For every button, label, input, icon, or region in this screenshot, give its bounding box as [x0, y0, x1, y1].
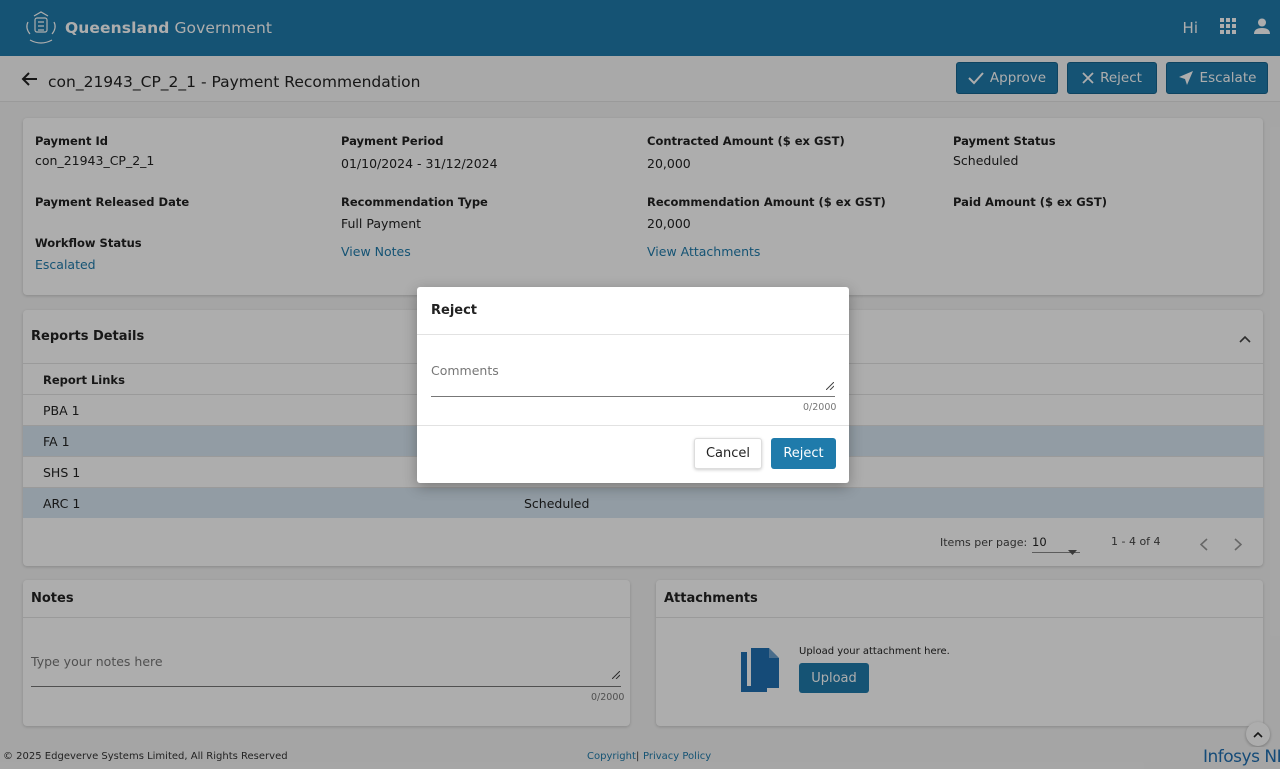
- reject-dialog: Reject Comments 0/2000 Cancel Reject: [417, 287, 849, 483]
- comments-counter: 0/2000: [803, 402, 837, 413]
- comments-textarea[interactable]: Comments: [431, 355, 835, 397]
- resize-handle-icon[interactable]: [825, 378, 835, 393]
- cancel-label: Cancel: [705, 446, 751, 461]
- cancel-button[interactable]: Cancel: [694, 438, 762, 469]
- confirm-reject-label: Reject: [783, 446, 824, 461]
- comments-placeholder: Comments: [431, 363, 499, 378]
- dialog-title: Reject: [431, 303, 478, 318]
- divider: [417, 334, 849, 335]
- divider: [417, 425, 849, 426]
- confirm-reject-button[interactable]: Reject: [771, 438, 836, 469]
